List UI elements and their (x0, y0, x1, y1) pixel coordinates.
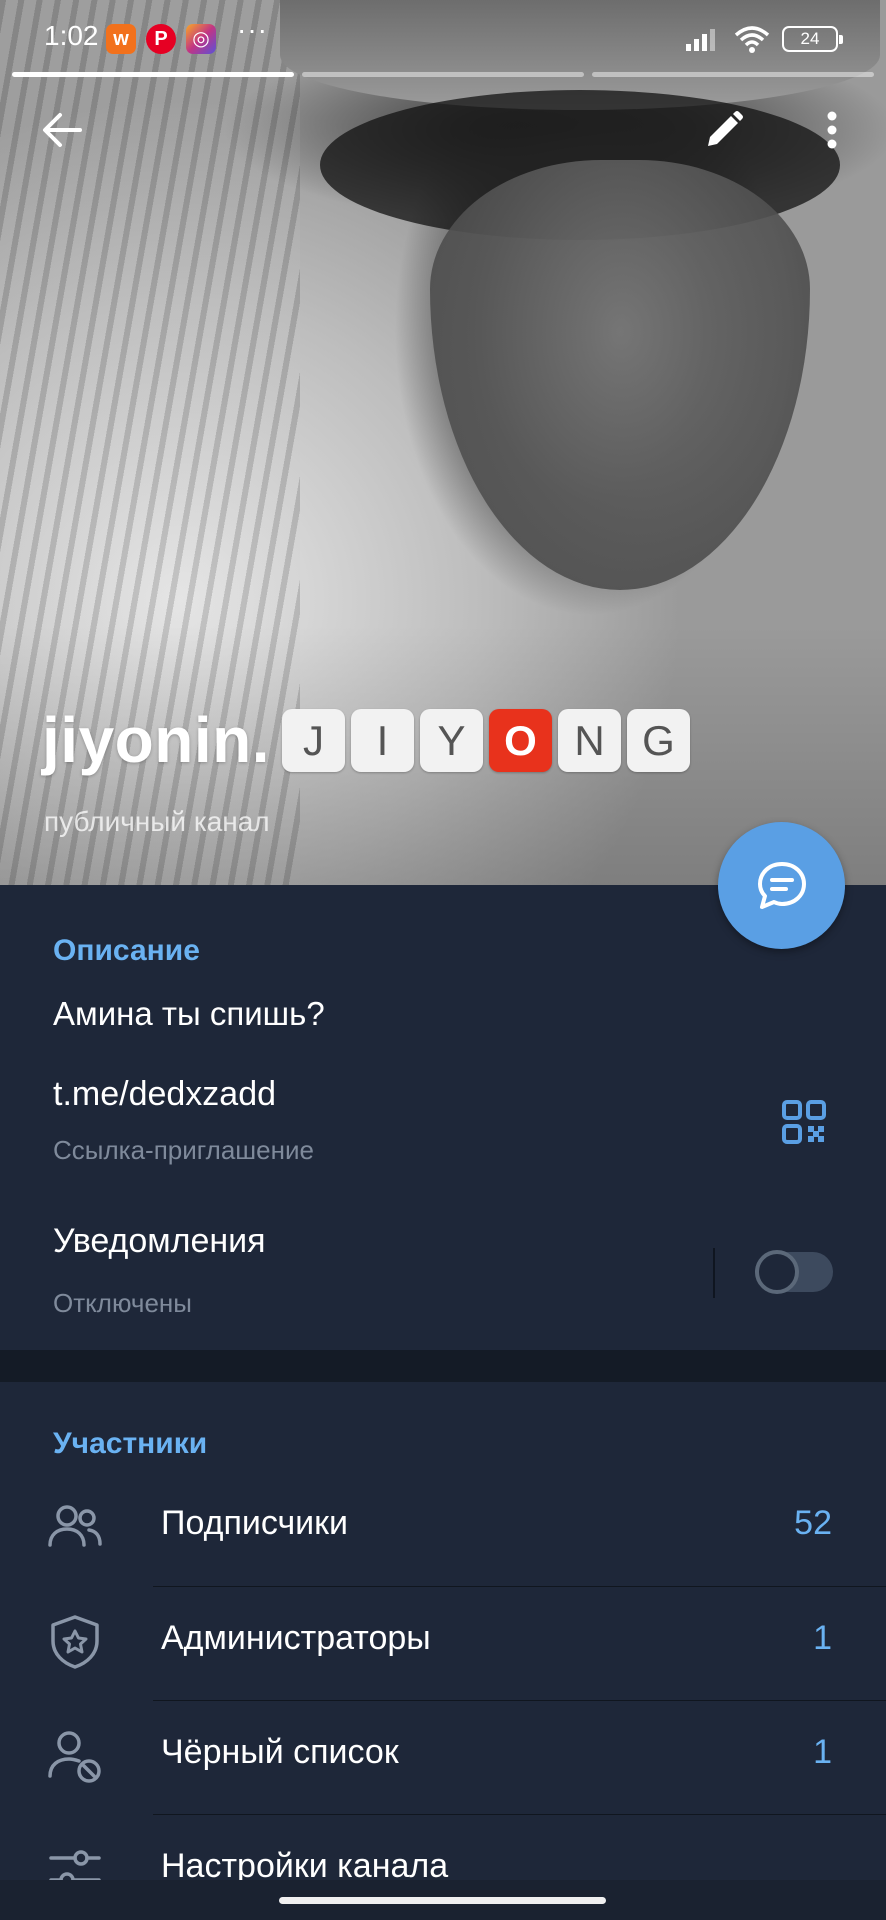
channel-info-card: Описание Амина ты спишь? t.me/dedxzadd С… (0, 885, 886, 1350)
members-card: Участники Подписчики 52 Администраторы 1… (0, 1382, 886, 1920)
more-notifications-icon: ··· (237, 14, 268, 45)
subscribers-row[interactable]: Подписчики 52 (0, 1472, 886, 1586)
more-options-button[interactable] (802, 100, 862, 160)
channel-type-label: публичный канал (44, 806, 270, 837)
channel-description: Амина ты спишь? (53, 995, 325, 1032)
instagram-icon: ◎ (186, 24, 216, 54)
letter-tile-highlighted: O (489, 708, 552, 772)
channel-name-letter-tiles: J I Y O N G (282, 708, 690, 772)
invite-link-label: Ссылка-приглашение (53, 1135, 314, 1165)
wifi-icon (734, 26, 770, 53)
admin-shield-icon (51, 1615, 99, 1669)
channel-title: jiyonin. J I Y O N G (42, 703, 690, 777)
qr-code-icon[interactable] (782, 1100, 826, 1144)
subscribers-icon (48, 1505, 102, 1547)
edit-button[interactable] (694, 100, 754, 160)
subscribers-label: Подписчики (161, 1504, 349, 1542)
blacklist-count: 1 (813, 1733, 832, 1771)
photo-progress-segment (12, 72, 294, 77)
notifications-divider (713, 1248, 715, 1298)
toggle-knob (755, 1250, 799, 1294)
subscribers-count: 52 (794, 1504, 832, 1542)
photo-progress-segment (302, 72, 584, 77)
photo-progress-segment (592, 72, 874, 77)
letter-tile: J (282, 708, 345, 772)
home-indicator[interactable] (279, 1897, 606, 1904)
signal-icon (686, 29, 715, 51)
pencil-icon (708, 111, 743, 146)
open-discussion-button[interactable] (718, 822, 845, 949)
back-button[interactable] (32, 100, 92, 160)
blocked-user-icon (48, 1731, 101, 1783)
more-vertical-icon (827, 111, 837, 149)
battery-icon: 24 (782, 26, 843, 52)
w-app-icon: w (106, 24, 136, 54)
photo-tongue-area (430, 160, 810, 590)
chat-bubble-icon (757, 861, 806, 909)
photo-progress-bars (12, 72, 874, 78)
administrators-label: Администраторы (161, 1619, 431, 1657)
channel-name-text: jiyonin. (42, 704, 270, 776)
pinterest-icon: P (146, 24, 176, 54)
administrators-row[interactable]: Администраторы 1 (0, 1587, 886, 1701)
invite-link[interactable]: t.me/dedxzadd (53, 1075, 276, 1114)
administrators-count: 1 (813, 1619, 832, 1657)
notifications-label: Уведомления (53, 1222, 266, 1260)
letter-tile: I (351, 708, 414, 772)
members-section-title: Участники (53, 1427, 208, 1460)
letter-tile: Y (420, 708, 483, 772)
blacklist-row[interactable]: Чёрный список 1 (0, 1701, 886, 1815)
arrow-left-icon (43, 113, 82, 147)
status-bar: 1:02 w P ◎ ··· 24 (0, 0, 886, 72)
status-indicators: 24 (686, 22, 843, 56)
blacklist-label: Чёрный список (161, 1733, 399, 1771)
status-time: 1:02 (44, 20, 99, 51)
section-separator (0, 1350, 886, 1382)
letter-tile: N (558, 708, 621, 772)
letter-tile: G (627, 708, 690, 772)
notifications-status: Отключены (53, 1288, 192, 1318)
notifications-toggle[interactable] (755, 1250, 833, 1294)
description-section-title: Описание (53, 934, 200, 967)
